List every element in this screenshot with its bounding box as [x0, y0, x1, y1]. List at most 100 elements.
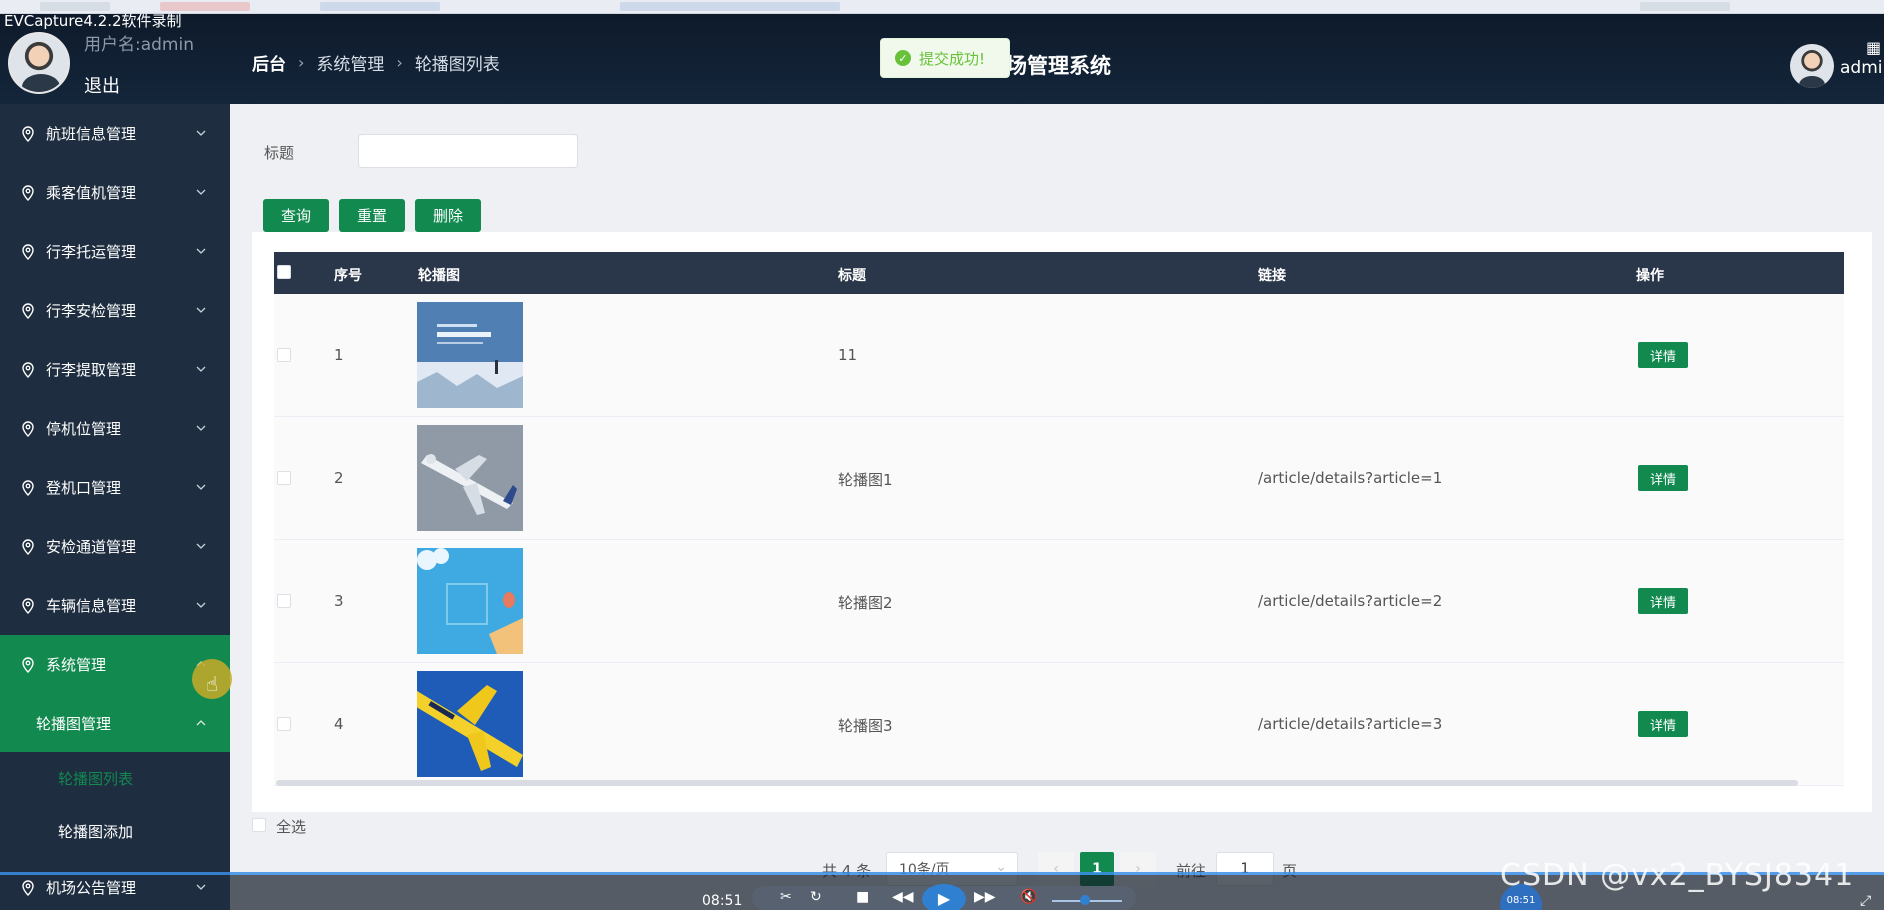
- row-checkbox[interactable]: [277, 717, 291, 731]
- column-header-action: 操作: [1636, 268, 1664, 284]
- row-title: 轮播图1: [838, 471, 893, 489]
- location-pin-icon: [22, 538, 34, 555]
- row-title: 轮播图2: [838, 594, 893, 612]
- rewind-icon[interactable]: ◀◀: [892, 889, 914, 905]
- title-search-label: 标题: [264, 144, 295, 162]
- carousel-thumbnail: [417, 671, 523, 777]
- shuffle-icon[interactable]: ✂: [780, 889, 792, 905]
- detail-button[interactable]: 详情: [1638, 588, 1688, 614]
- row-index: 4: [334, 715, 344, 733]
- column-header-image: 轮播图: [418, 268, 460, 284]
- row-title: 轮播图3: [838, 717, 893, 735]
- mute-icon[interactable]: 🔇: [1020, 889, 1037, 905]
- success-toast: ✓ 提交成功!: [880, 38, 1010, 78]
- location-pin-icon: [22, 597, 34, 614]
- query-button[interactable]: 查询: [263, 199, 330, 232]
- breadcrumb-level1[interactable]: 系统管理: [316, 50, 384, 75]
- row-index: 3: [334, 592, 344, 610]
- breadcrumb-separator-icon: ›: [298, 53, 305, 72]
- loop-icon[interactable]: ↻: [810, 889, 822, 905]
- breadcrumb-home[interactable]: 后台: [252, 50, 286, 75]
- sidebar-item-label: 航班信息管理: [46, 125, 137, 143]
- select-all-checkbox[interactable]: [252, 818, 266, 832]
- sidebar-subitem-carousel-list[interactable]: 轮播图列表: [0, 752, 230, 805]
- location-pin-icon: [22, 361, 34, 378]
- reset-button[interactable]: 重置: [339, 199, 406, 232]
- breadcrumb-separator-icon: ›: [396, 53, 403, 72]
- row-checkbox[interactable]: [277, 594, 291, 608]
- logout-link[interactable]: 退出: [84, 72, 120, 98]
- carousel-table: 序号 轮播图 标题 链接 操作 1 11 详情 2 轮播图1 /article/…: [274, 252, 1844, 786]
- chevron-down-icon: [196, 130, 206, 136]
- fullscreen-icon[interactable]: ⤢: [1860, 893, 1871, 909]
- location-pin-icon: [22, 479, 34, 496]
- table-header: 序号 轮播图 标题 链接 操作: [274, 252, 1844, 294]
- sidebar-item-boarding-gate[interactable]: 登机口管理: [0, 458, 230, 517]
- breadcrumb: 后台 › 系统管理 › 轮播图列表: [252, 50, 500, 75]
- row-checkbox[interactable]: [277, 471, 291, 485]
- chevron-down-icon: [196, 543, 206, 549]
- sidebar-item-label: 机场公告管理: [46, 879, 137, 897]
- sidebar-item-flight-info[interactable]: 航班信息管理: [0, 104, 230, 163]
- sidebar-item-label: 行李提取管理: [46, 361, 137, 379]
- chevron-down-icon: [196, 366, 206, 372]
- chevron-down-icon: [196, 425, 206, 431]
- row-checkbox[interactable]: [277, 348, 291, 362]
- volume-knob[interactable]: [1080, 895, 1090, 905]
- horizontal-scrollbar[interactable]: [276, 780, 1798, 786]
- stop-icon[interactable]: ■: [856, 889, 869, 905]
- sidebar-item-baggage-checkin[interactable]: 行李托运管理: [0, 222, 230, 281]
- detail-button[interactable]: 详情: [1638, 342, 1688, 368]
- user-label: 用户名:admin: [84, 35, 194, 55]
- table-row: 4 轮播图3 /article/details?article=3 详情: [274, 663, 1844, 786]
- play-button[interactable]: ▶: [922, 884, 966, 910]
- sidebar-item-parking-stand[interactable]: 停机位管理: [0, 399, 230, 458]
- location-pin-icon: [22, 302, 34, 319]
- chevron-down-icon: [196, 248, 206, 254]
- thumbnail-image-4: [417, 671, 523, 777]
- sidebar-item-security-channel[interactable]: 安检通道管理: [0, 517, 230, 576]
- select-all-label: 全选: [276, 818, 307, 836]
- header-username[interactable]: admin: [1840, 58, 1884, 78]
- user-avatar[interactable]: [8, 32, 70, 94]
- chevron-down-icon: [196, 189, 206, 195]
- location-pin-icon: [22, 243, 34, 260]
- chevron-down-icon: [196, 307, 206, 313]
- sidebar: 航班信息管理 乘客值机管理 行李托运管理 行李安检管理 行李提取管理 停机位管理…: [0, 104, 230, 910]
- title-search-input[interactable]: [358, 134, 578, 168]
- sidebar-item-airport-notice[interactable]: 机场公告管理: [0, 858, 230, 910]
- thumbnail-image-3: [417, 548, 523, 654]
- header-select-checkbox[interactable]: [277, 265, 291, 279]
- fast-forward-icon[interactable]: ▶▶: [974, 889, 996, 905]
- delete-button[interactable]: 删除: [415, 199, 482, 232]
- check-circle-icon: ✓: [895, 50, 911, 66]
- sidebar-item-checkin[interactable]: 乘客值机管理: [0, 163, 230, 222]
- browser-tab-strip: [0, 0, 1884, 14]
- submenu-carousel-management[interactable]: 轮播图管理: [0, 694, 230, 752]
- sidebar-item-label: 车辆信息管理: [46, 597, 137, 615]
- sidebar-item-label: 乘客值机管理: [46, 184, 137, 202]
- app-header: 用户名:admin 退出 后台 › 系统管理 › 轮播图列表 场管理系统 ✓ 提…: [0, 14, 1884, 104]
- carousel-thumbnail: [417, 302, 523, 408]
- row-link: /article/details?article=1: [1258, 469, 1443, 487]
- chevron-down-icon: [196, 602, 206, 608]
- carousel-thumbnail: [417, 425, 523, 531]
- sidebar-item-vehicle-info[interactable]: 车辆信息管理: [0, 576, 230, 635]
- sidebar-subitem-carousel-add[interactable]: 轮播图添加: [0, 805, 230, 858]
- chevron-down-icon: [196, 484, 206, 490]
- sidebar-item-label: 系统管理: [46, 656, 107, 674]
- sidebar-item-baggage-security[interactable]: 行李安检管理: [0, 281, 230, 340]
- detail-button[interactable]: 详情: [1638, 465, 1688, 491]
- detail-button[interactable]: 详情: [1638, 711, 1688, 737]
- hand-cursor-icon: ☝: [206, 672, 219, 696]
- sidebar-item-baggage-claim[interactable]: 行李提取管理: [0, 340, 230, 399]
- thumbnail-image-2: [417, 425, 523, 531]
- header-avatar[interactable]: [1790, 44, 1834, 88]
- player-time: 08:51: [702, 893, 743, 909]
- grid-icon[interactable]: ▦: [1866, 38, 1881, 57]
- location-pin-icon: [22, 656, 34, 673]
- table-row: 2 轮播图1 /article/details?article=1 详情: [274, 417, 1844, 540]
- breadcrumb-level2: 轮播图列表: [414, 55, 500, 75]
- submenu-label: 轮播图管理: [36, 714, 112, 733]
- system-title: 场管理系统: [1006, 54, 1111, 78]
